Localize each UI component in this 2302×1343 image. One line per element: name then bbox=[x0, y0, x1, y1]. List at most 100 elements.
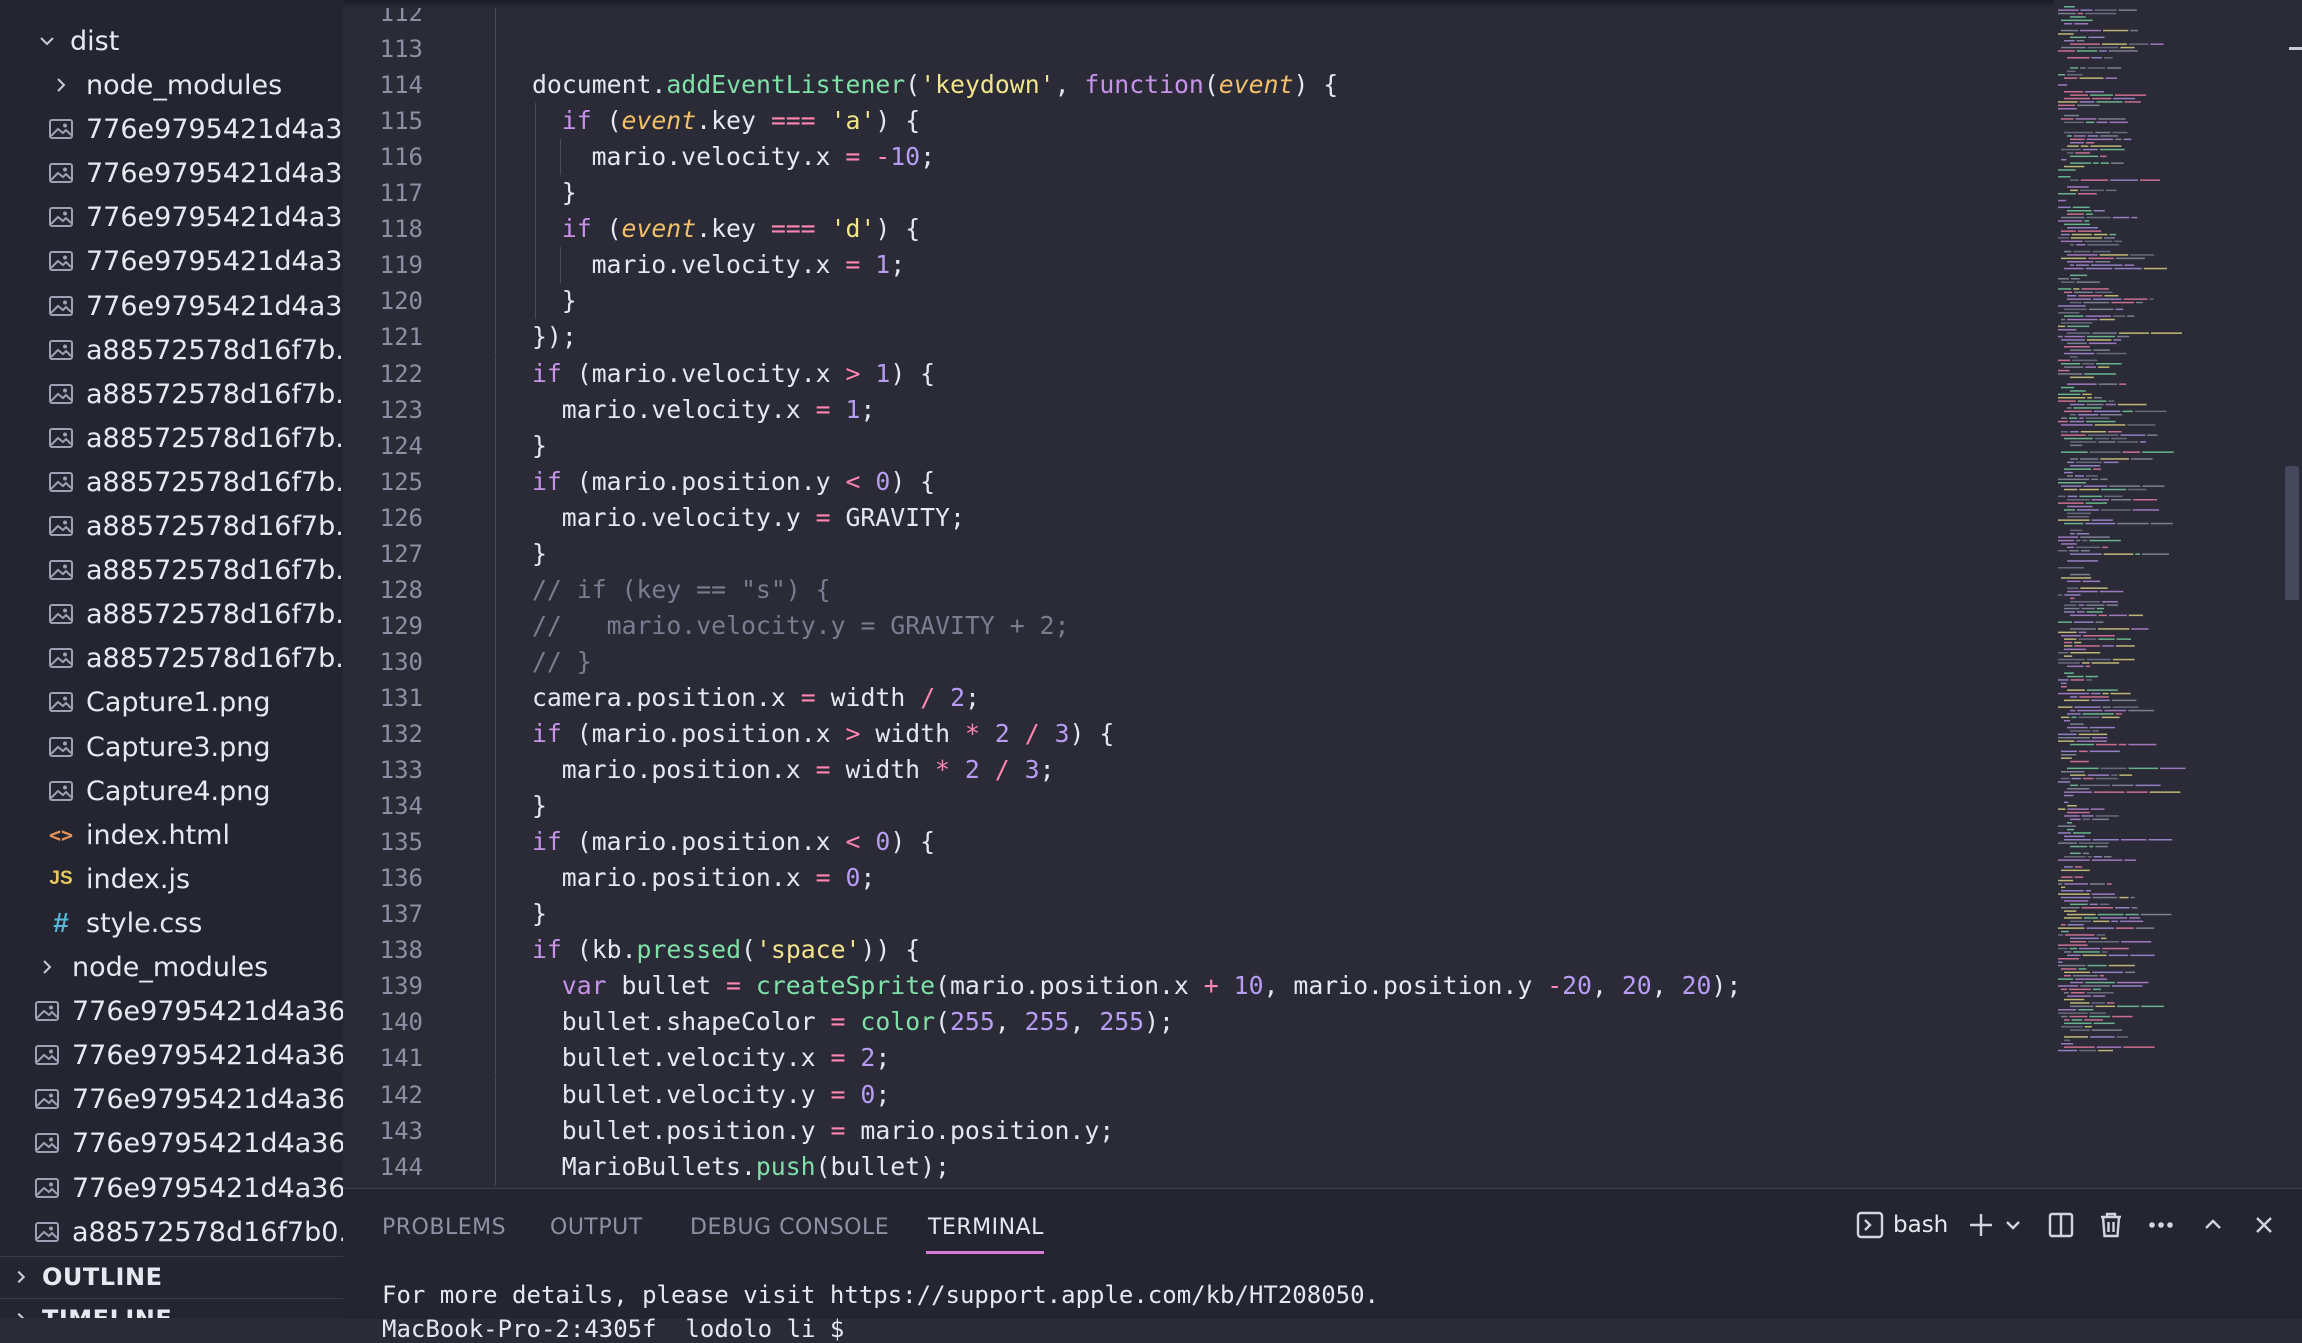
tab-terminal[interactable]: TERMINAL bbox=[928, 1215, 1044, 1247]
code-line[interactable]: 135 if (mario.position.x < 0) { bbox=[343, 824, 2054, 860]
code-line[interactable]: 137} bbox=[343, 896, 2054, 932]
code-line[interactable]: 136 mario.position.x = 0; bbox=[343, 860, 2054, 896]
code-line[interactable]: 117} bbox=[343, 175, 2054, 211]
code-line[interactable]: 120} bbox=[343, 283, 2054, 319]
tree-file[interactable]: 776e9795421d4a36... bbox=[0, 1077, 343, 1121]
tree-file[interactable]: # style.css bbox=[0, 901, 343, 945]
tree-file[interactable]: a88572578d16f7b... bbox=[0, 504, 343, 548]
code-line[interactable]: 122 if (mario.velocity.x > 1) { bbox=[343, 356, 2054, 392]
tree-file[interactable]: Capture4.png bbox=[0, 769, 343, 813]
tree-folder[interactable]: node_modules bbox=[0, 945, 343, 989]
editor-scrollbar-thumb[interactable] bbox=[2285, 466, 2299, 600]
tree-file[interactable]: 776e9795421d4a36... bbox=[0, 989, 343, 1033]
tree-folder[interactable]: node_modules bbox=[0, 63, 343, 107]
tree-file[interactable]: 776e9795421d4a36... bbox=[0, 1121, 343, 1165]
minimap-line bbox=[2091, 519, 2113, 521]
terminal-icon[interactable] bbox=[1854, 1207, 1886, 1243]
timeline-section-header[interactable]: TIMELINE bbox=[0, 1298, 343, 1318]
tab-debug-console[interactable]: DEBUG CONSOLE bbox=[690, 1215, 889, 1247]
code-line[interactable]: 116 mario.velocity.x = -10; bbox=[343, 139, 2054, 175]
code-line[interactable]: 140 bullet.shapeColor = color(255, 255, 2… bbox=[343, 1004, 2054, 1040]
code-line[interactable]: 131 camera.position.x = width / 2; bbox=[343, 680, 2054, 716]
tree-file[interactable]: 776e9795421d4a3... bbox=[0, 195, 343, 239]
code-line[interactable]: 139 var bullet = createSprite(mario.posit… bbox=[343, 968, 2054, 1004]
code-line[interactable]: 119 mario.velocity.x = 1; bbox=[343, 247, 2054, 283]
line-number: 140 bbox=[379, 1008, 423, 1036]
minimap-line bbox=[2064, 267, 2084, 270]
tree-file[interactable]: a88572578d16f7b... bbox=[0, 416, 343, 460]
minimap-line bbox=[2069, 1015, 2088, 1018]
tree-file[interactable]: a88572578d16f7b... bbox=[0, 328, 343, 372]
code-line[interactable]: 121}); bbox=[343, 319, 2054, 355]
tree-item-label: a88572578d16f7b... bbox=[86, 554, 343, 586]
code-line[interactable]: 144 MarioBullets.push(bullet); bbox=[343, 1149, 2054, 1185]
tree-file[interactable]: 776e9795421d4a3... bbox=[0, 151, 343, 195]
minimap-line bbox=[2067, 924, 2084, 926]
minimap-line bbox=[2085, 142, 2095, 144]
tree-file[interactable]: a88572578d16f7b0... bbox=[0, 1210, 343, 1254]
code-line[interactable]: 113 bbox=[343, 31, 2054, 67]
code-line[interactable]: 126 mario.velocity.y = GRAVITY; bbox=[343, 500, 2054, 536]
code-editor[interactable]: 112 113 114 document.addEventListener('keyd… bbox=[343, 0, 2302, 1188]
tree-file[interactable]: a88572578d16f7b... bbox=[0, 460, 343, 504]
code-line[interactable]: 130 // } bbox=[343, 644, 2054, 680]
tab-output[interactable]: OUTPUT bbox=[550, 1215, 643, 1247]
split-icon[interactable] bbox=[2045, 1207, 2077, 1243]
code-line[interactable]: 115 if (event.key === 'a') { bbox=[343, 103, 2054, 139]
chevron-up-icon[interactable] bbox=[2197, 1207, 2229, 1243]
minimap-line bbox=[2058, 329, 2077, 331]
close-icon[interactable] bbox=[2248, 1207, 2280, 1243]
code-line[interactable]: 125 if (mario.position.y < 0) { bbox=[343, 464, 2054, 500]
code-line[interactable]: 129 // mario.velocity.y = GRAVITY + 2; bbox=[343, 608, 2054, 644]
code-line[interactable]: 142 bullet.velocity.y = 0; bbox=[343, 1077, 2054, 1113]
code-line[interactable]: 141 bullet.velocity.x = 2; bbox=[343, 1040, 2054, 1076]
tree-file[interactable]: JS index.js bbox=[0, 857, 343, 901]
tree-file[interactable]: a88572578d16f7b... bbox=[0, 548, 343, 592]
minimap-line bbox=[2058, 927, 2085, 929]
tree-file[interactable]: 776e9795421d4a3... bbox=[0, 284, 343, 328]
code-line[interactable]: 128 // if (key == "s") { bbox=[343, 572, 2054, 608]
tree-file[interactable]: a88572578d16f7b... bbox=[0, 372, 343, 416]
tree-file[interactable]: <> index.html bbox=[0, 813, 343, 857]
minimap-line bbox=[2118, 9, 2137, 11]
minimap[interactable] bbox=[2054, 0, 2302, 1188]
code-line[interactable]: 132 if (mario.position.x > width * 2 / 3)… bbox=[343, 716, 2054, 752]
tree-folder-dist[interactable]: dist bbox=[0, 19, 343, 63]
tree-file[interactable]: a88572578d16f7b... bbox=[0, 592, 343, 636]
code-line[interactable]: 114 document.addEventListener('keydown', … bbox=[343, 67, 2054, 103]
minimap-line bbox=[2067, 70, 2076, 73]
tree-file[interactable]: Capture1.png bbox=[0, 680, 343, 724]
minimap-line bbox=[2077, 104, 2100, 107]
minimap-line bbox=[2070, 244, 2075, 246]
tree-folder-label: dist bbox=[70, 25, 120, 57]
indent-guide bbox=[495, 1004, 496, 1040]
code-line[interactable]: 118 if (event.key === 'd') { bbox=[343, 211, 2054, 247]
chevron-down-icon[interactable] bbox=[2003, 1207, 2023, 1243]
tree-file[interactable]: 776e9795421d4a36... bbox=[0, 1033, 343, 1077]
code-token: = bbox=[830, 1116, 846, 1145]
minimap-line bbox=[2125, 913, 2139, 916]
tree-file[interactable]: 776e9795421d4a3... bbox=[0, 239, 343, 283]
terminal-prompt-line[interactable]: MacBook-Pro-2:4305f lodolo li $ bbox=[382, 1315, 844, 1343]
code-line[interactable]: 138 if (kb.pressed('space')) { bbox=[343, 932, 2054, 968]
code-line[interactable]: 124} bbox=[343, 428, 2054, 464]
more-icon[interactable] bbox=[2145, 1207, 2177, 1243]
tree-file[interactable]: Capture3.png bbox=[0, 725, 343, 769]
code-line[interactable]: 123 mario.velocity.x = 1; bbox=[343, 392, 2054, 428]
tab-problems[interactable]: PROBLEMS bbox=[382, 1215, 506, 1247]
plus-icon[interactable] bbox=[1965, 1207, 1997, 1243]
image-file-icon bbox=[46, 511, 76, 541]
outline-section-header[interactable]: OUTLINE bbox=[0, 1256, 343, 1297]
line-number: 128 bbox=[379, 576, 423, 604]
code-line[interactable]: 127} bbox=[343, 536, 2054, 572]
tree-file[interactable]: 776e9795421d4a36... bbox=[0, 1166, 343, 1210]
tree-file[interactable]: 776e9795421d4a3... bbox=[0, 107, 343, 151]
code-line[interactable]: 143 bullet.position.y = mario.position.y; bbox=[343, 1113, 2054, 1149]
terminal-shell-label[interactable]: bash bbox=[1893, 1207, 1948, 1243]
code-line[interactable]: 134} bbox=[343, 788, 2054, 824]
minimap-line bbox=[2086, 658, 2111, 661]
tree-file[interactable]: a88572578d16f7b... bbox=[0, 636, 343, 680]
trash-icon[interactable] bbox=[2095, 1207, 2127, 1243]
code-line[interactable]: 133 mario.position.x = width * 2 / 3; bbox=[343, 752, 2054, 788]
